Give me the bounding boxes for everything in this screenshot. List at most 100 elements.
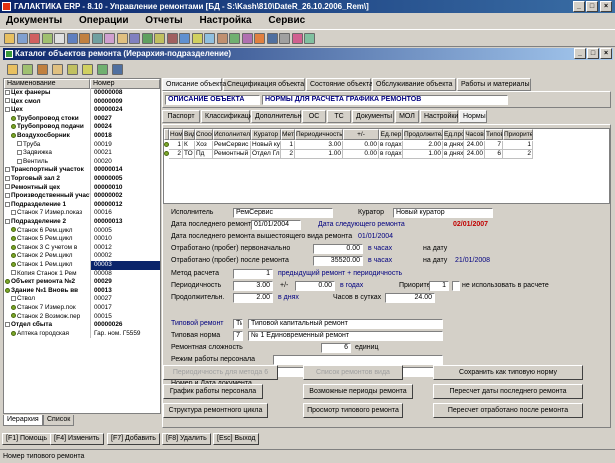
grid-cell[interactable]: 24.00	[464, 150, 485, 159]
down-icon[interactable]	[291, 33, 303, 44]
hours-per-day-field[interactable]: 24.00	[385, 293, 435, 303]
object-tree[interactable]: Наименование Номер Цех фанеры 00000008 Цех…	[3, 78, 161, 414]
user-icon[interactable]	[204, 33, 215, 44]
tree-row[interactable]: Вентиль 00020	[4, 157, 160, 167]
worked-after-field[interactable]: 35520.00	[313, 256, 363, 266]
grid-header-6[interactable]: Периодичность	[295, 129, 343, 140]
calc-method-field[interactable]: 1	[233, 269, 273, 279]
grid-cell[interactable]: 1	[503, 141, 533, 150]
tree-icon[interactable]	[22, 64, 33, 75]
worked-initial-field[interactable]: 0.00	[313, 244, 363, 254]
f7-add-button[interactable]: [F7] Добавить	[107, 433, 160, 445]
grid-cell[interactable]: 0.00	[343, 150, 379, 159]
calc-icon[interactable]	[129, 33, 140, 44]
tree-row[interactable]: Копия Станок 1 Рем 00008	[4, 269, 160, 279]
delete-icon[interactable]	[82, 64, 93, 75]
save-typical-norm-button[interactable]: Сохранить как типовую норму	[433, 365, 583, 380]
minimize-button[interactable]: _	[573, 1, 585, 12]
tab-classification[interactable]: Классификация	[201, 110, 256, 123]
tree-row[interactable]: Трубопровод стоки 00027	[4, 114, 160, 124]
tree-row[interactable]: Станок 7 Измер.показ 00016	[4, 209, 160, 218]
open-icon[interactable]	[4, 33, 15, 44]
repair-cycle-structure-button[interactable]: Структура ремонтного цикла	[163, 403, 268, 418]
grid-header-9[interactable]: Продолжительн	[403, 129, 443, 140]
maximize-button[interactable]: □	[586, 1, 598, 12]
copy-icon[interactable]	[41, 33, 53, 44]
periodicity-field[interactable]: 3.00	[233, 281, 273, 291]
chart-icon[interactable]	[141, 33, 153, 44]
sort-icon[interactable]	[104, 33, 115, 44]
typical-norm-num-field[interactable]: 7	[233, 331, 243, 341]
up-icon[interactable]	[97, 64, 108, 75]
menu-reports[interactable]: Отчеты	[145, 15, 182, 26]
grid-cell[interactable]: 1	[281, 141, 295, 150]
grid-cell[interactable]: 2	[503, 150, 533, 159]
recalc-worked-button[interactable]: Пересчет отработано после ремонта	[433, 403, 583, 418]
tree-row[interactable]: Ремонтный цех 00000010	[4, 183, 160, 193]
tree-row[interactable]: Цех смол 00000009	[4, 97, 160, 107]
norms-grid[interactable]: НомерВидСпособИсполнительКураторМетодПер…	[163, 128, 610, 204]
typical-norm-field[interactable]: № 1 Единовременный ремонт	[248, 331, 443, 341]
repair-type-list-button[interactable]: Список ремонтов вида	[303, 365, 403, 380]
tree-row[interactable]: Станок 3 С учетом в 00012	[4, 243, 160, 253]
tab-norms[interactable]: Нормы	[459, 110, 487, 123]
back-icon[interactable]	[7, 64, 18, 75]
f1-help-button[interactable]: [F1] Помощь	[2, 433, 52, 445]
grid-cell[interactable]: РемСервис	[213, 141, 251, 150]
menu-service[interactable]: Сервис	[268, 15, 305, 26]
tab-passport[interactable]: Паспорт	[162, 110, 200, 123]
view-typical-repair-button[interactable]: Просмотр типового ремонта	[303, 403, 403, 418]
tree-row[interactable]: Торговый зал 2 00000005	[4, 175, 160, 184]
typical-repair-code-field[interactable]: Типовой капитальный ремонт	[233, 319, 243, 329]
grid-header-1[interactable]: Вид	[183, 129, 195, 140]
tree-row[interactable]: Станок 1 Рем.цикл 00003	[4, 261, 160, 270]
curator-field[interactable]: Новый куратор	[393, 208, 493, 218]
tree-header-number[interactable]: Номер	[90, 79, 160, 89]
tree-row[interactable]: Объект ремонта №2 00029	[4, 278, 160, 287]
periodicity-method6-button[interactable]: Периодичность для метода 6	[163, 365, 278, 380]
grid-cell[interactable]: Пд	[195, 150, 213, 159]
tools-icon[interactable]	[191, 33, 203, 44]
tree-row[interactable]: Цех фанеры 00000008	[4, 89, 160, 98]
last-repair-date-field[interactable]: 01/01/2004	[251, 220, 301, 230]
calendar-icon[interactable]	[179, 33, 190, 44]
tab-hierarchy[interactable]: Иерархия	[3, 415, 43, 426]
tab-object-service[interactable]: Обслуживание объекта	[372, 78, 456, 91]
grid-cell[interactable]: 1.00	[403, 150, 443, 159]
tab-ts[interactable]: ТС	[327, 110, 351, 123]
tree-row[interactable]: Производственный участок00000002	[4, 192, 160, 201]
tree-row[interactable]: Воздухосборник 00018	[4, 132, 160, 141]
grid-cell[interactable]: в годах	[379, 141, 403, 150]
filter-icon[interactable]	[91, 33, 103, 44]
grid-header-2[interactable]: Способ	[195, 129, 213, 140]
tree-row[interactable]: Станок 7 Измер.пок 00017	[4, 304, 160, 313]
tree-row[interactable]: Цех 00000024	[4, 106, 160, 115]
cut-icon[interactable]	[66, 33, 78, 44]
grid-header-8[interactable]: Ед.пер	[379, 129, 403, 140]
grid-cell[interactable]: ТО	[183, 150, 195, 159]
esc-exit-button[interactable]: [Esc] Выход	[213, 433, 260, 445]
grid-cell[interactable]: 2.00	[403, 141, 443, 150]
grid-header-12[interactable]: Типов	[485, 129, 503, 140]
save-icon[interactable]	[16, 33, 28, 44]
grid-header-0[interactable]: Номер	[169, 129, 183, 140]
child-minimize-button[interactable]: _	[574, 48, 586, 59]
grid-cell[interactable]: Ремонтный	[213, 150, 251, 159]
tree-row[interactable]: Подразделение 2 00000013	[4, 218, 160, 227]
menu-settings[interactable]: Настройка	[199, 15, 251, 26]
menu-documents[interactable]: Документы	[6, 15, 62, 26]
lock-icon[interactable]	[216, 33, 228, 44]
f4-edit-button[interactable]: [F4] Изменить	[50, 433, 104, 445]
tab-additional[interactable]: Дополнительно	[251, 110, 305, 123]
grid-header-11[interactable]: Часов	[464, 129, 485, 140]
print-icon[interactable]	[29, 33, 40, 44]
f8-delete-button[interactable]: [F8] Удалить	[162, 433, 211, 445]
child-maximize-button[interactable]: □	[587, 48, 599, 59]
plus-minus-field[interactable]: 0.00	[295, 281, 335, 291]
tree-row[interactable]: Подразделение 1 00000012	[4, 200, 160, 210]
executor-field[interactable]: РемСервис	[233, 208, 333, 218]
grid-cell[interactable]: Новый ку	[251, 141, 281, 150]
staff-schedule-button[interactable]: График работы персонала	[163, 384, 263, 399]
not-use-checkbox[interactable]	[452, 281, 460, 291]
edit-icon[interactable]	[67, 64, 78, 75]
